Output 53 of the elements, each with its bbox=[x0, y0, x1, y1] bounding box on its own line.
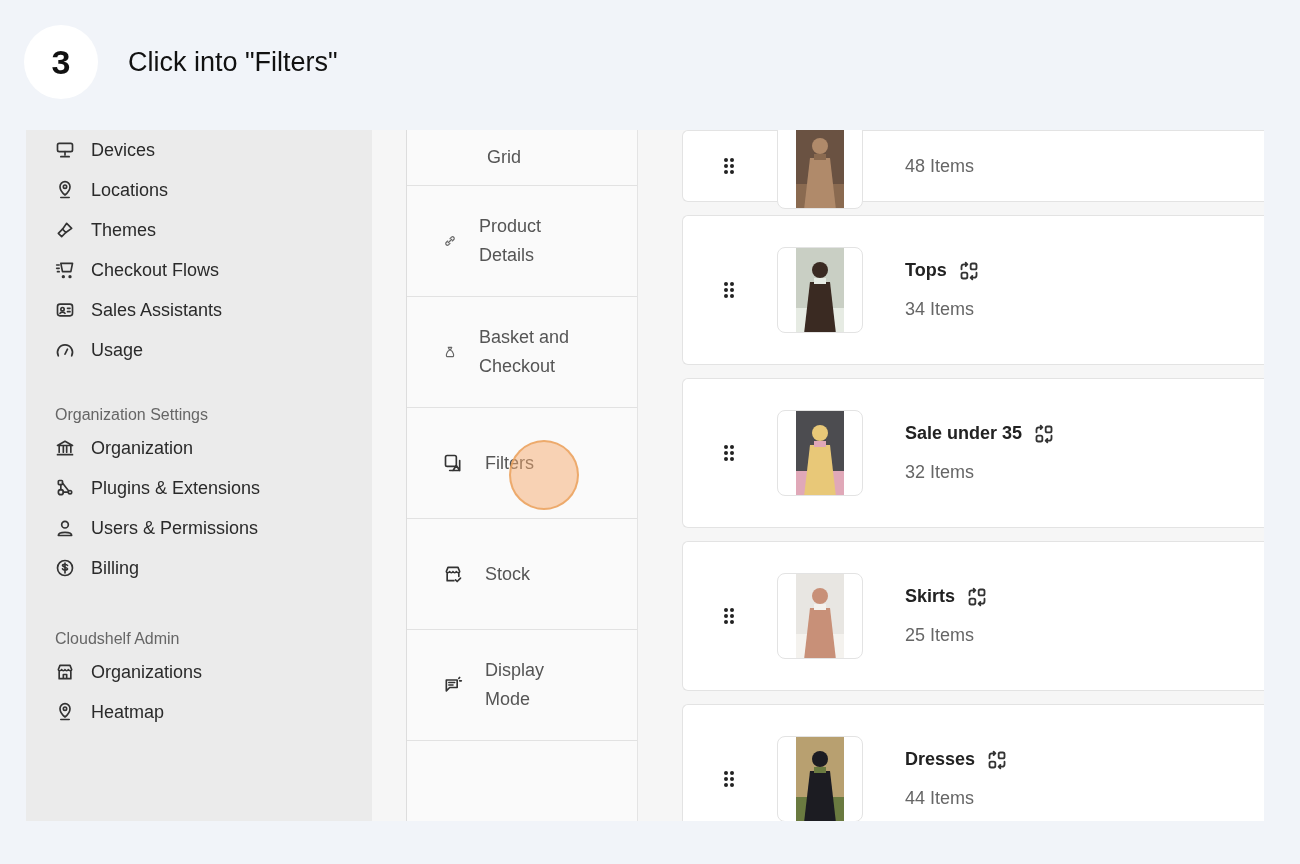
settings-nav-item[interactable]: Stock bbox=[407, 519, 637, 630]
id-card-icon bbox=[55, 300, 75, 320]
drag-handle-icon[interactable] bbox=[723, 281, 735, 299]
bank-icon bbox=[55, 438, 75, 458]
sidebar-item[interactable]: Organizations bbox=[55, 652, 372, 692]
sidebar-item[interactable]: Plugins & Extensions bbox=[55, 468, 372, 508]
sync-icon bbox=[987, 749, 1008, 770]
item-count: 48 Items bbox=[905, 155, 975, 177]
item-count: 25 Items bbox=[905, 625, 976, 646]
cart-icon bbox=[55, 260, 75, 280]
section-heading: Cloudshelf Admin bbox=[55, 629, 181, 649]
sidebar-item[interactable]: Locations bbox=[55, 170, 372, 210]
step-instruction: Click into "Filters" bbox=[128, 46, 338, 78]
section-heading: Organization Settings bbox=[55, 405, 209, 425]
drag-handle-icon[interactable] bbox=[723, 157, 735, 175]
sidebar-item[interactable]: Billing bbox=[55, 548, 372, 588]
item-count: 34 Items bbox=[905, 299, 976, 320]
money-bag-icon bbox=[443, 345, 457, 359]
plugins-icon bbox=[55, 478, 75, 498]
settings-nav-item[interactable]: Display Mode bbox=[407, 630, 637, 741]
item-count: 32 Items bbox=[905, 462, 976, 483]
collection-title: Dresses bbox=[905, 749, 976, 770]
collection-title: Sale under 35 bbox=[905, 423, 1023, 444]
dollar-icon bbox=[55, 558, 75, 578]
drag-handle-icon[interactable] bbox=[723, 607, 735, 625]
sidebar-item[interactable]: Heatmap bbox=[55, 692, 372, 732]
sidebar-item[interactable]: Organization bbox=[55, 428, 372, 468]
drag-handle-icon[interactable] bbox=[723, 770, 735, 788]
sidebar-item[interactable]: Devices bbox=[55, 130, 372, 170]
settings-nav-item[interactable]: Basket and Checkout bbox=[407, 297, 637, 408]
brush-icon bbox=[55, 220, 75, 240]
store-icon bbox=[55, 662, 75, 682]
store-check-icon bbox=[443, 564, 463, 584]
sidebar-item[interactable]: Users & Permissions bbox=[55, 508, 372, 548]
sidebar-item[interactable]: Checkout Flows bbox=[55, 250, 372, 290]
item-count: 44 Items bbox=[905, 788, 976, 809]
step-number: 3 bbox=[24, 25, 98, 99]
drag-handle-icon[interactable] bbox=[723, 444, 735, 462]
sidebar-item[interactable]: Usage bbox=[55, 330, 372, 370]
user-icon bbox=[55, 518, 75, 538]
image-icon bbox=[443, 453, 463, 473]
sync-icon bbox=[1034, 423, 1055, 444]
collection-title: Tops bbox=[905, 260, 947, 281]
monitor-icon bbox=[55, 140, 75, 160]
sync-icon bbox=[958, 260, 979, 281]
sidebar-item[interactable]: Sales Assistants bbox=[55, 290, 372, 330]
settings-nav-item[interactable]: Grid bbox=[407, 130, 637, 186]
collection-title: Skirts bbox=[905, 586, 956, 607]
chat-icon bbox=[443, 675, 463, 695]
settings-nav-item[interactable]: Product Details bbox=[407, 186, 637, 297]
sync-icon bbox=[967, 586, 988, 607]
link-icon bbox=[443, 234, 457, 248]
sidebar-item[interactable]: Themes bbox=[55, 210, 372, 250]
